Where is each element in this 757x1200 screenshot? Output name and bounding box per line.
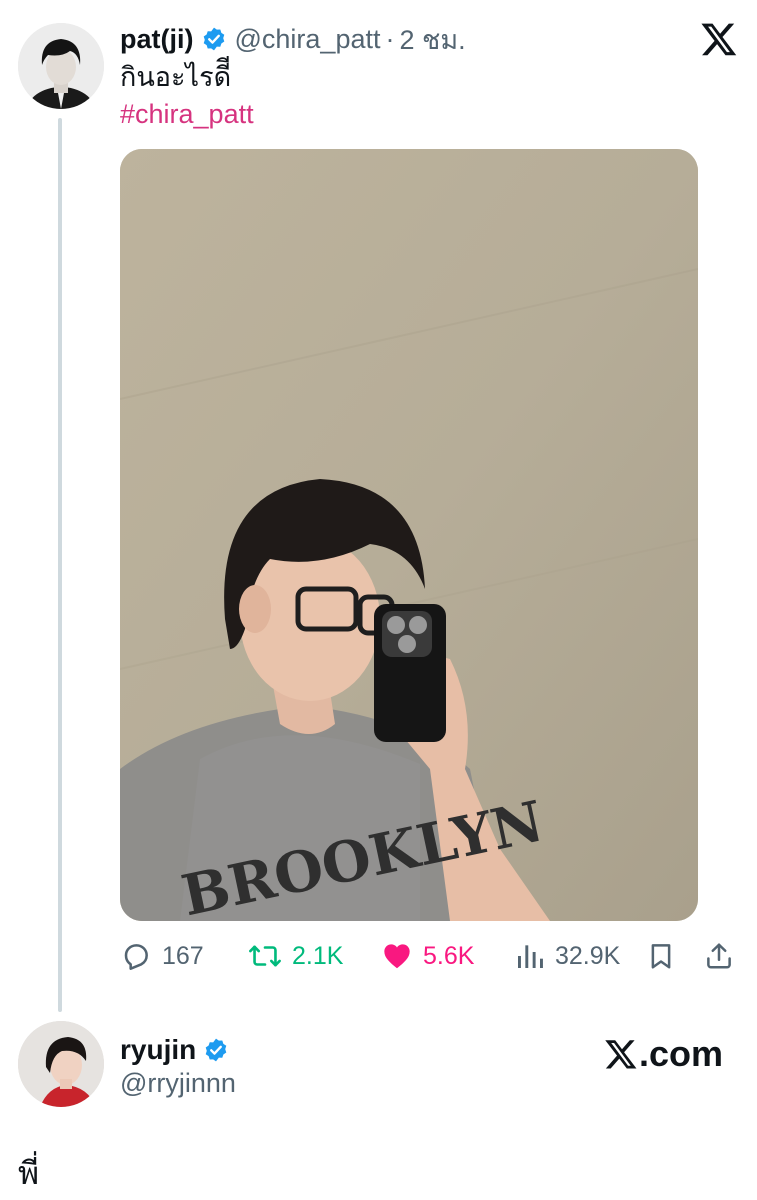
bookmark-button[interactable]: [646, 934, 686, 978]
like-count: 5.6K: [423, 941, 475, 970]
reply-author-avatar[interactable]: [18, 1021, 104, 1107]
thread-connector-line: [58, 118, 62, 1012]
share-button[interactable]: [704, 934, 744, 978]
share-icon: [707, 943, 731, 969]
author-handle[interactable]: @chira_patt: [235, 24, 381, 55]
x-com-branding: .com: [604, 1033, 723, 1075]
retweet-count: 2.1K: [292, 941, 344, 970]
verified-badge-icon: [203, 1037, 229, 1063]
tweet-header: pat(ji) @chira_patt · 2 ชม.: [120, 22, 466, 56]
tweet-media-photo[interactable]: BROOKLYN: [120, 149, 698, 921]
reply-count: 167: [162, 941, 204, 970]
x-logo-icon: [605, 1040, 637, 1069]
reply-icon: [124, 944, 148, 970]
views-chart-icon: [518, 945, 543, 968]
tweet-text: กินอะไรดีี: [120, 62, 232, 92]
tweet-timestamp[interactable]: 2 ชม.: [399, 18, 465, 61]
reply-author-display-name[interactable]: ryujin: [120, 1034, 196, 1066]
author-avatar[interactable]: [18, 23, 104, 109]
reply-author-name-row: ryujin: [120, 1034, 237, 1066]
retweet-button[interactable]: 2.1K: [248, 934, 343, 978]
site-domain-label: .com: [639, 1033, 724, 1074]
header-separator: ·: [385, 23, 395, 54]
x-logo-icon[interactable]: [700, 20, 738, 58]
like-heart-icon: [384, 944, 410, 969]
author-display-name[interactable]: pat(ji): [120, 24, 194, 55]
reply-button[interactable]: 167: [120, 934, 204, 978]
tweet-action-bar: 167 2.1K 5.6K 32.9K: [120, 934, 740, 978]
retweet-icon: [249, 945, 281, 967]
reply-author-handle[interactable]: @rryjinnn: [120, 1068, 236, 1099]
reply-text: พี่: [18, 1155, 40, 1191]
tweet-hashtag-link[interactable]: #chira_patt: [120, 97, 254, 131]
verified-badge-icon: [201, 26, 227, 52]
like-button[interactable]: 5.6K: [381, 934, 474, 978]
bookmark-icon: [651, 944, 671, 969]
views-count: 32.9K: [555, 941, 621, 970]
views-button[interactable]: 32.9K: [515, 934, 620, 978]
